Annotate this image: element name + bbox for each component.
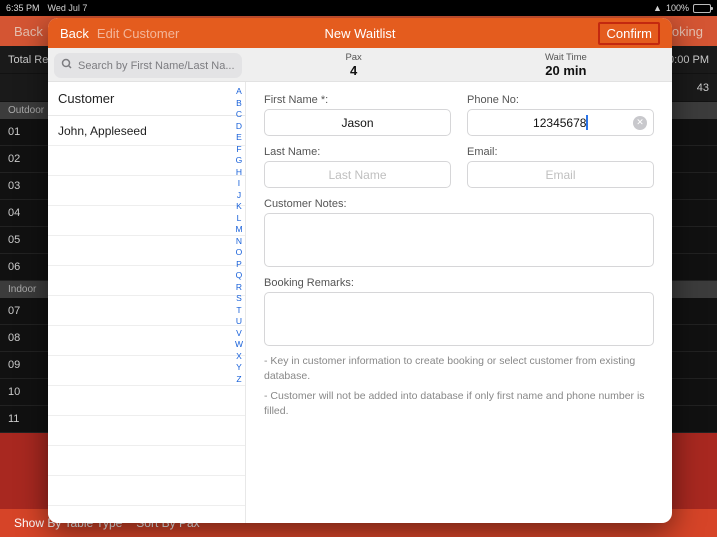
customer-row-empty <box>48 146 245 176</box>
customer-section-header: Customer <box>48 82 245 116</box>
customer-row[interactable]: John, Appleseed <box>48 116 245 146</box>
email-label: Email: <box>467 146 654 158</box>
customer-row-empty <box>48 296 245 326</box>
customer-row-empty <box>48 326 245 356</box>
search-placeholder: Search by First Name/Last Na... <box>78 60 235 72</box>
customer-row-empty <box>48 266 245 296</box>
info-text-1: - Key in customer information to create … <box>264 354 654 383</box>
first-name-value: Jason <box>341 116 373 130</box>
customer-row-empty <box>48 446 245 476</box>
bg-booking: oking <box>672 24 703 39</box>
index-letter[interactable]: S <box>235 293 243 303</box>
email-placeholder: Email <box>545 168 575 182</box>
index-letter[interactable]: U <box>235 316 243 326</box>
battery-icon <box>693 4 711 13</box>
index-letter[interactable]: G <box>235 155 243 165</box>
index-letter[interactable]: F <box>235 144 243 154</box>
confirm-button[interactable]: Confirm <box>598 22 660 45</box>
last-name-input[interactable]: Last Name <box>264 161 451 188</box>
index-letter[interactable]: I <box>235 178 243 188</box>
index-letter[interactable]: W <box>235 339 243 349</box>
wifi-icon: ▲ <box>653 3 662 13</box>
modal-header: Back Edit Customer New Waitlist Confirm <box>48 18 672 48</box>
notes-label: Customer Notes: <box>264 198 654 210</box>
index-letter[interactable]: A <box>235 86 243 96</box>
index-letter[interactable]: L <box>235 213 243 223</box>
index-letter[interactable]: B <box>235 98 243 108</box>
email-input[interactable]: Email <box>467 161 654 188</box>
bg-back: Back <box>14 24 43 39</box>
modal-title: New Waitlist <box>324 26 395 41</box>
customer-row-empty <box>48 476 245 506</box>
customer-row-empty <box>48 386 245 416</box>
customer-row-empty <box>48 206 245 236</box>
clear-phone-icon[interactable]: ✕ <box>633 116 647 130</box>
phone-value: 12345678 <box>533 116 586 130</box>
index-letter[interactable]: Z <box>235 374 243 384</box>
index-letter[interactable]: K <box>235 201 243 211</box>
last-name-placeholder: Last Name <box>328 168 386 182</box>
wait-label: Wait Time <box>545 52 587 63</box>
form-pane: First Name *: Jason Phone No: 12345678 ✕… <box>246 82 672 523</box>
index-letter[interactable]: C <box>235 109 243 119</box>
index-letter[interactable]: H <box>235 167 243 177</box>
customer-row-empty <box>48 506 245 523</box>
pax-label: Pax <box>345 52 361 63</box>
text-cursor <box>586 115 588 130</box>
index-letter[interactable]: O <box>235 247 243 257</box>
index-letter[interactable]: R <box>235 282 243 292</box>
status-time: 6:35 PM <box>6 3 40 13</box>
customer-notes-input[interactable] <box>264 213 654 267</box>
customer-row-empty <box>48 356 245 386</box>
bg-righttime: 0:00 PM <box>668 54 709 66</box>
booking-remarks-input[interactable] <box>264 292 654 346</box>
index-letter[interactable]: M <box>235 224 243 234</box>
index-letter[interactable]: T <box>235 305 243 315</box>
index-letter[interactable]: E <box>235 132 243 142</box>
modal-toolbar: Search by First Name/Last Na... Pax 4 Wa… <box>48 48 672 82</box>
index-letter[interactable]: Q <box>235 270 243 280</box>
back-button[interactable]: Back <box>60 26 89 41</box>
index-letter[interactable]: N <box>235 236 243 246</box>
status-bar: 6:35 PM Wed Jul 7 ▲ 100% <box>0 0 717 16</box>
status-battery-pct: 100% <box>666 3 689 13</box>
edit-customer-label: Edit Customer <box>97 26 179 41</box>
index-letter[interactable]: J <box>235 190 243 200</box>
customer-list-pane: Customer John, Appleseed ABCDEFGHIJKLMNO… <box>48 82 246 523</box>
phone-input[interactable]: 12345678 ✕ <box>467 109 654 136</box>
index-letter[interactable]: Y <box>235 362 243 372</box>
search-input[interactable]: Search by First Name/Last Na... <box>54 53 242 78</box>
first-name-input[interactable]: Jason <box>264 109 451 136</box>
pax-metric[interactable]: Pax 4 <box>248 48 460 81</box>
wait-value: 20 min <box>545 63 586 78</box>
phone-label: Phone No: <box>467 94 654 106</box>
info-text-2: - Customer will not be added into databa… <box>264 389 654 418</box>
index-letter[interactable]: D <box>235 121 243 131</box>
customer-row-empty <box>48 176 245 206</box>
index-letter[interactable]: X <box>235 351 243 361</box>
customer-row-empty <box>48 416 245 446</box>
pax-value: 4 <box>350 63 357 78</box>
alpha-index[interactable]: ABCDEFGHIJKLMNOPQRSTUVWXYZ <box>235 86 243 384</box>
status-date: Wed Jul 7 <box>48 3 88 13</box>
wait-time-metric[interactable]: Wait Time 20 min <box>460 48 672 81</box>
last-name-label: Last Name: <box>264 146 451 158</box>
remarks-label: Booking Remarks: <box>264 277 654 289</box>
first-name-label: First Name *: <box>264 94 451 106</box>
bg-count: 43 <box>697 82 709 94</box>
bg-total: Total Re <box>8 54 48 66</box>
index-letter[interactable]: V <box>235 328 243 338</box>
customer-row-empty <box>48 236 245 266</box>
search-icon <box>61 58 73 73</box>
index-letter[interactable]: P <box>235 259 243 269</box>
waitlist-modal: Back Edit Customer New Waitlist Confirm … <box>48 18 672 523</box>
